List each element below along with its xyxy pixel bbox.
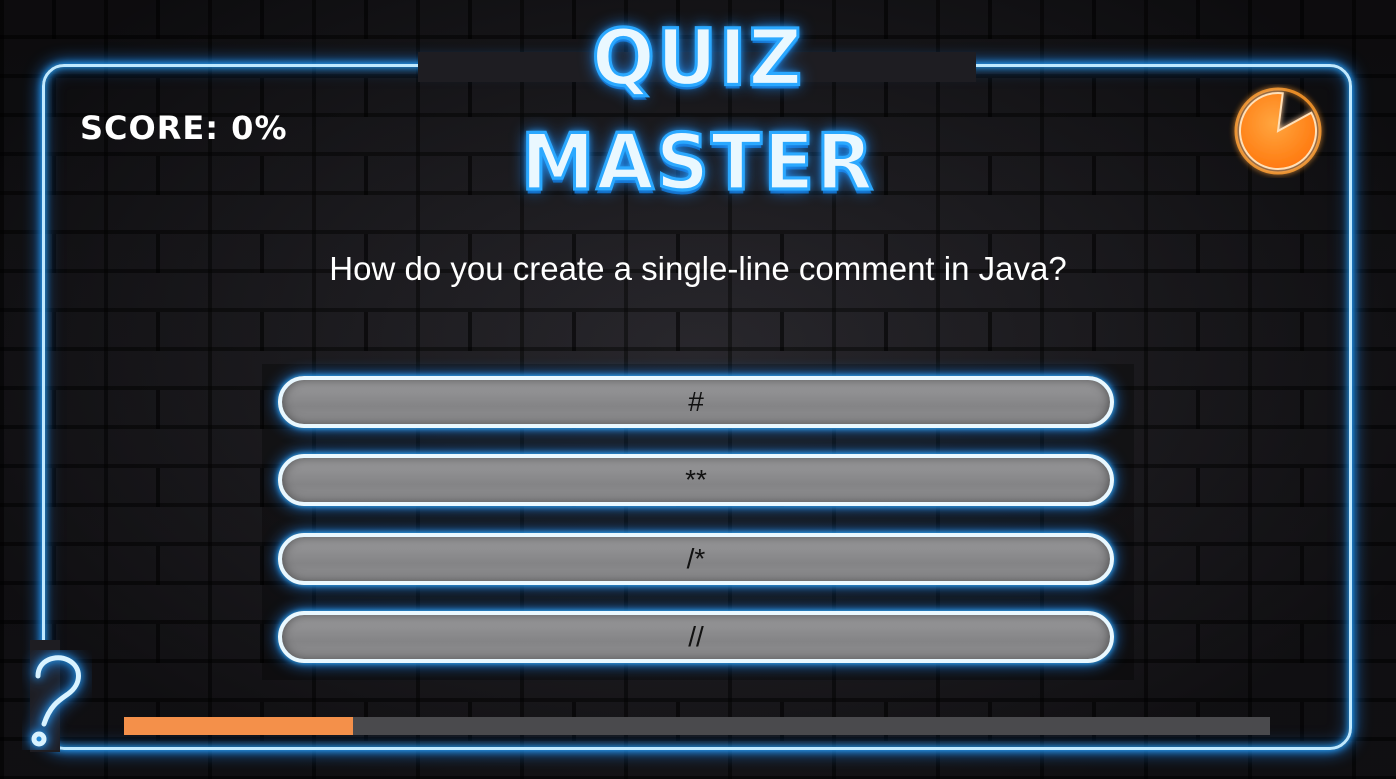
timer-fill xyxy=(1239,92,1317,170)
timer-pie-icon xyxy=(1234,87,1322,175)
score-label: SCORE: 0% xyxy=(80,109,288,147)
answer-panel: # ** /* // xyxy=(262,364,1134,680)
game-title: QUIZ MASTER xyxy=(519,11,876,209)
answer-button[interactable]: # xyxy=(278,376,1114,428)
progress-bar xyxy=(124,717,1270,735)
answer-button[interactable]: ** xyxy=(278,454,1114,506)
answer-button[interactable]: // xyxy=(278,611,1114,663)
question-text: How do you create a single-line comment … xyxy=(329,250,1067,287)
answer-button[interactable]: /* xyxy=(278,533,1114,585)
progress-fill xyxy=(124,717,354,735)
game-screen: QUIZ MASTER SCORE: 0% How do you create … xyxy=(0,0,1396,779)
question-mark-icon[interactable] xyxy=(22,650,92,750)
